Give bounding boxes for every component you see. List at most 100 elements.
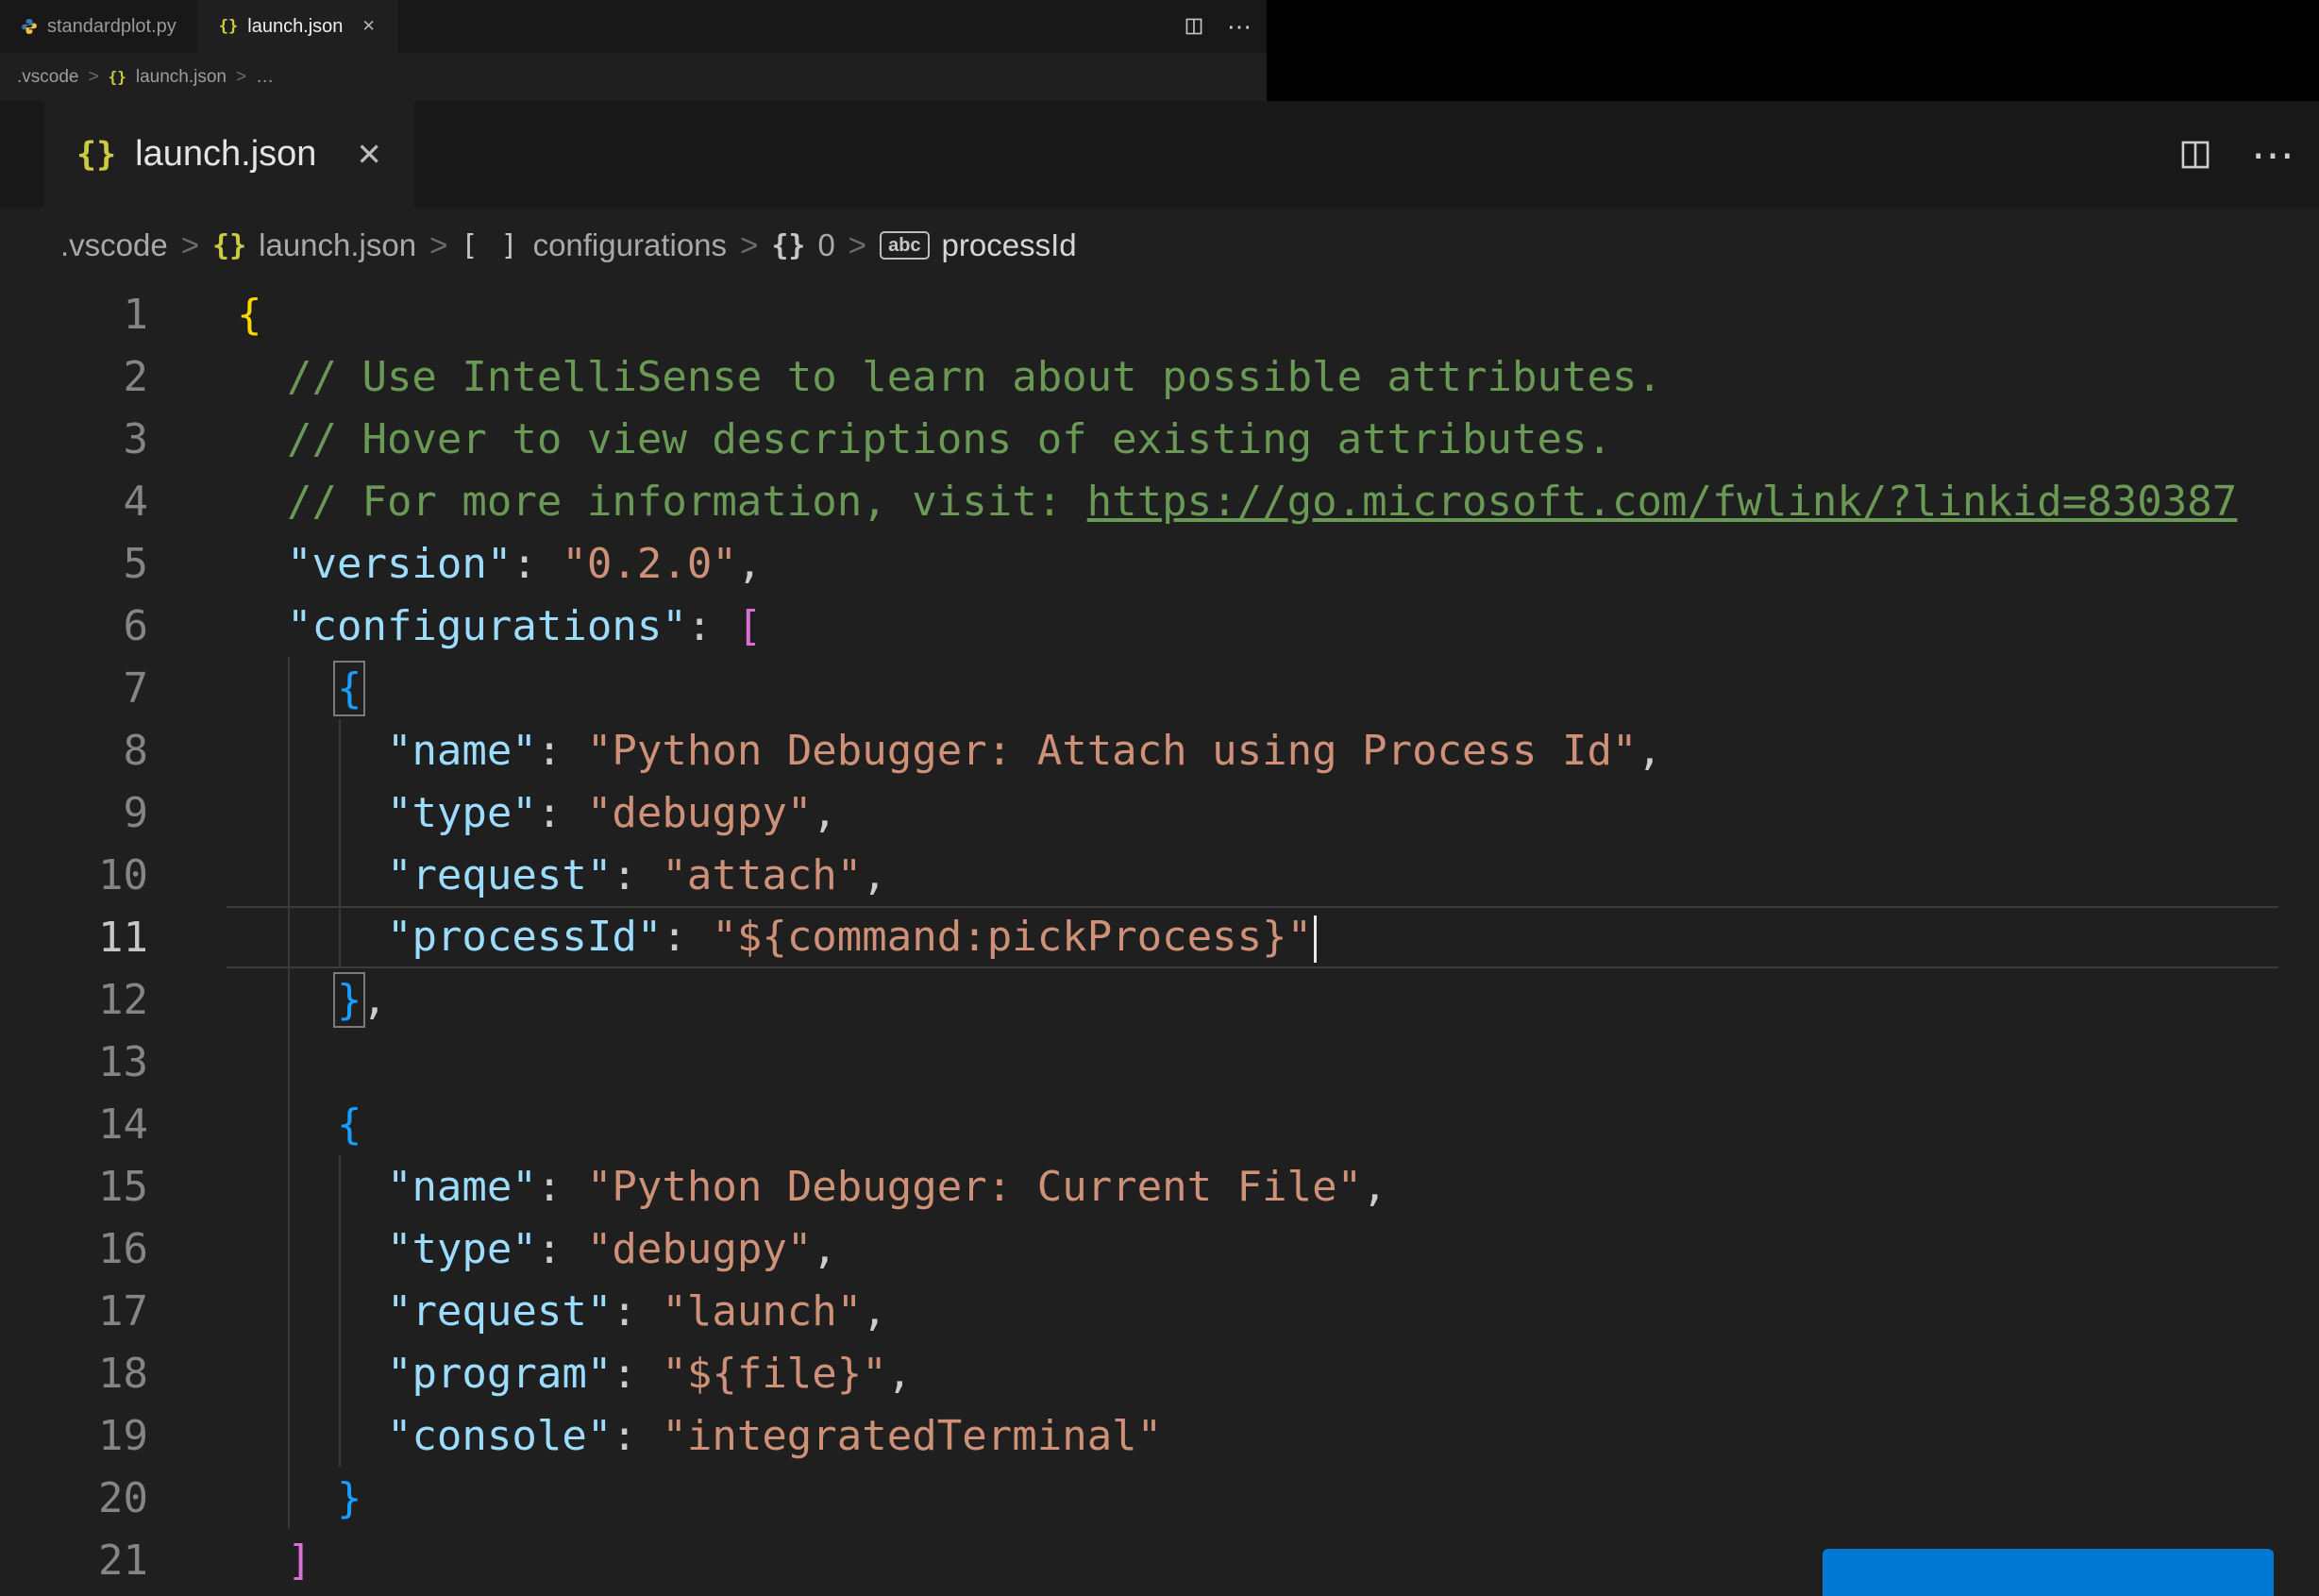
- code-text: {: [336, 1100, 362, 1149]
- empty-screen-region: [1267, 0, 2319, 101]
- code-line[interactable]: 1{: [0, 283, 2319, 345]
- code-lines: 1{2 // Use IntelliSense to learn about p…: [0, 283, 2319, 1580]
- line-number[interactable]: 1: [0, 291, 149, 339]
- line-number[interactable]: 9: [0, 789, 149, 837]
- code-text: "request": "launch",: [386, 1286, 887, 1336]
- split-editor-icon[interactable]: [2177, 137, 2213, 173]
- code-line[interactable]: 13: [0, 1031, 2319, 1093]
- code-text: "program": "${file}",: [386, 1349, 913, 1398]
- code-line[interactable]: 3 // Hover to view descriptions of exist…: [0, 408, 2319, 470]
- code-text: "request": "attach",: [386, 850, 887, 899]
- object-symbol-icon: {}: [771, 228, 806, 262]
- line-number[interactable]: 19: [0, 1412, 148, 1460]
- tab-label: standardplot.py: [47, 15, 176, 37]
- code-line[interactable]: 19 "console": "integratedTerminal": [0, 1404, 2319, 1467]
- code-text: // Hover to view descriptions of existin…: [286, 414, 1612, 463]
- breadcrumb-folder[interactable]: .vscode: [60, 227, 168, 263]
- editor-tab-bar: {} launch.json ✕ ⋯: [0, 101, 2319, 208]
- close-icon[interactable]: ✕: [356, 136, 382, 173]
- line-number[interactable]: 7: [0, 664, 149, 713]
- code-text: // Use IntelliSense to learn about possi…: [286, 352, 1662, 401]
- code-text: "console": "integratedTerminal": [386, 1411, 1163, 1460]
- mini-tab-bar: standardplot.py {} launch.json ✕ ⋯: [0, 0, 1267, 53]
- json-braces-icon: {}: [76, 135, 117, 174]
- chevron-right-icon: >: [848, 227, 867, 262]
- line-number[interactable]: 11: [0, 914, 148, 962]
- line-number[interactable]: 15: [0, 1163, 148, 1211]
- more-actions-icon[interactable]: ⋯: [2251, 133, 2294, 176]
- breadcrumb-more[interactable]: …: [256, 67, 274, 88]
- code-line[interactable]: 15 "name": "Python Debugger: Current Fil…: [0, 1155, 2319, 1218]
- code-text: "name": "Python Debugger: Attach using P…: [386, 726, 1662, 775]
- breadcrumb-mini: .vscode > {} launch.json > …: [0, 53, 1267, 101]
- editor-actions: ⋯: [2177, 101, 2294, 208]
- line-number[interactable]: 13: [0, 1038, 148, 1086]
- breadcrumb-symbol[interactable]: abc processId: [880, 227, 1077, 263]
- more-actions-icon[interactable]: ⋯: [1227, 14, 1252, 39]
- json-braces-icon: {}: [212, 228, 247, 262]
- code-line[interactable]: 6 "configurations": [: [0, 595, 2319, 657]
- code-line[interactable]: 10 "request": "attach",: [0, 844, 2319, 906]
- json-braces-icon: {}: [108, 68, 126, 86]
- code-line[interactable]: 5 "version": "0.2.0",: [0, 532, 2319, 595]
- line-number[interactable]: 20: [0, 1474, 148, 1522]
- code-line[interactable]: 20 }: [0, 1467, 2319, 1529]
- array-symbol-icon: [ ]: [461, 228, 521, 262]
- editor-tab-launch-json[interactable]: {} launch.json ✕: [44, 101, 415, 208]
- tab-label: launch.json: [247, 15, 344, 37]
- code-text: "version": "0.2.0",: [286, 539, 763, 588]
- breadcrumb-configurations[interactable]: [ ] configurations: [461, 227, 727, 263]
- code-text: },: [333, 971, 387, 1028]
- code-text: ]: [286, 1536, 312, 1581]
- code-text: "name": "Python Debugger: Current File",: [386, 1162, 1387, 1211]
- line-number[interactable]: 4: [0, 478, 149, 526]
- split-editor-icon[interactable]: [1184, 16, 1204, 37]
- breadcrumb-index[interactable]: {} 0: [771, 227, 834, 263]
- code-text: "type": "debugpy",: [386, 788, 837, 837]
- code-line[interactable]: 7 {: [0, 657, 2319, 719]
- code-line[interactable]: 14 {: [0, 1093, 2319, 1155]
- line-number[interactable]: 16: [0, 1225, 148, 1273]
- breadcrumb-folder[interactable]: .vscode: [17, 67, 78, 88]
- code-line[interactable]: 17 "request": "launch",: [0, 1280, 2319, 1342]
- line-number[interactable]: 14: [0, 1100, 148, 1149]
- code-line[interactable]: 4 // For more information, visit: https:…: [0, 470, 2319, 532]
- json-braces-icon: {}: [218, 17, 239, 36]
- code-line[interactable]: 8 "name": "Python Debugger: Attach using…: [0, 719, 2319, 781]
- text-cursor: [1314, 915, 1318, 963]
- code-line[interactable]: 11 "processId": "${command:pickProcess}": [0, 906, 2319, 968]
- line-number[interactable]: 3: [0, 415, 149, 463]
- python-icon: [21, 18, 38, 35]
- line-number[interactable]: 10: [0, 851, 148, 899]
- add-configuration-button[interactable]: [1823, 1549, 2274, 1596]
- line-number[interactable]: 2: [0, 353, 149, 401]
- code-line[interactable]: 16 "type": "debugpy",: [0, 1218, 2319, 1280]
- breadcrumb-file[interactable]: launch.json: [136, 67, 227, 88]
- chevron-right-icon: >: [740, 227, 759, 262]
- close-icon[interactable]: ✕: [361, 17, 375, 36]
- code-line[interactable]: 2 // Use IntelliSense to learn about pos…: [0, 345, 2319, 408]
- line-number[interactable]: 12: [0, 976, 148, 1024]
- breadcrumb: .vscode > {} launch.json > [ ] configura…: [0, 208, 2319, 283]
- line-number[interactable]: 17: [0, 1287, 148, 1336]
- code-editor[interactable]: 1{2 // Use IntelliSense to learn about p…: [0, 283, 2319, 1580]
- line-number[interactable]: 8: [0, 727, 149, 775]
- code-line[interactable]: 12 },: [0, 968, 2319, 1031]
- line-number[interactable]: 5: [0, 540, 149, 588]
- chevron-right-icon: >: [235, 66, 247, 87]
- breadcrumb-file[interactable]: {} launch.json: [212, 227, 416, 263]
- code-line[interactable]: 18 "program": "${file}",: [0, 1342, 2319, 1404]
- chevron-right-icon: >: [88, 66, 99, 87]
- code-line[interactable]: 9 "type": "debugpy",: [0, 781, 2319, 844]
- code-text: {: [333, 660, 366, 716]
- code-text: "processId": "${command:pickProcess}": [148, 913, 1318, 963]
- editor-actions-mini: ⋯: [1184, 0, 1267, 53]
- tab-launch-json-mini[interactable]: {} launch.json ✕: [197, 0, 397, 53]
- chevron-right-icon: >: [180, 227, 200, 262]
- code-text: "configurations": [: [286, 601, 763, 650]
- line-number[interactable]: 18: [0, 1350, 148, 1398]
- line-number[interactable]: 21: [0, 1537, 148, 1581]
- tab-standardplot-py[interactable]: standardplot.py: [0, 0, 198, 53]
- line-number[interactable]: 6: [0, 602, 149, 650]
- code-text: {: [237, 290, 262, 339]
